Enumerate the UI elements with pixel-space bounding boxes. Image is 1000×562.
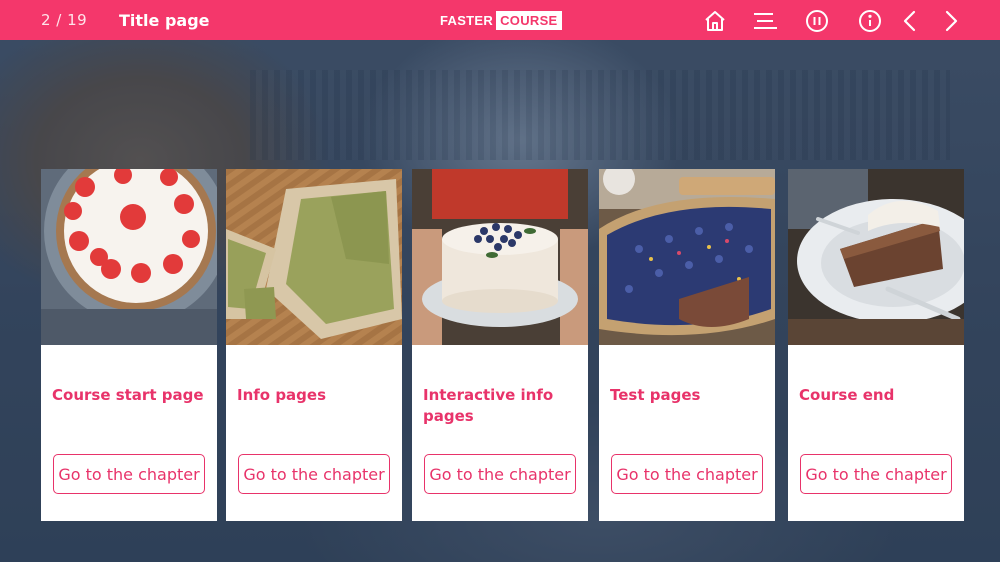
card-title: Test pages bbox=[610, 386, 701, 404]
chapter-card-course-start: Course start page Go to the chapter bbox=[41, 169, 217, 521]
menu-button[interactable] bbox=[752, 8, 778, 34]
matcha-cake-image bbox=[226, 169, 402, 345]
chapter-card-course-end: Course end Go to the chapter bbox=[788, 169, 964, 521]
go-to-chapter-button[interactable]: Go to the chapter bbox=[800, 454, 952, 494]
previous-button[interactable] bbox=[897, 8, 923, 34]
go-to-chapter-button[interactable]: Go to the chapter bbox=[611, 454, 763, 494]
pause-icon bbox=[806, 10, 828, 32]
logo-text-faster: FASTER bbox=[440, 13, 494, 28]
pause-button[interactable] bbox=[804, 8, 830, 34]
chapter-card-test-pages: Test pages Go to the chapter bbox=[599, 169, 775, 521]
carrot-cake-slice-image bbox=[788, 169, 964, 345]
blueberry-cake-image bbox=[412, 169, 588, 345]
next-button[interactable] bbox=[938, 8, 964, 34]
chapter-card-info-pages: Info pages Go to the chapter bbox=[226, 169, 402, 521]
home-button[interactable] bbox=[702, 8, 728, 34]
chapter-card-interactive-info-pages: Interactive info pages Go to the chapter bbox=[412, 169, 588, 521]
home-icon bbox=[705, 11, 725, 31]
info-button[interactable] bbox=[857, 8, 883, 34]
chevron-right-icon bbox=[945, 10, 958, 32]
go-to-chapter-button[interactable]: Go to the chapter bbox=[53, 454, 205, 494]
strawberry-cake-image bbox=[41, 169, 217, 345]
go-to-chapter-button[interactable]: Go to the chapter bbox=[238, 454, 390, 494]
logo: FASTER COURSE bbox=[440, 10, 562, 31]
menu-icon bbox=[754, 13, 777, 29]
card-title: Interactive info pages bbox=[423, 386, 554, 425]
go-to-chapter-button[interactable]: Go to the chapter bbox=[424, 454, 576, 494]
page-title: Title page bbox=[119, 11, 210, 30]
blueberry-tart-image bbox=[599, 169, 775, 345]
page-counter: 2 / 19 bbox=[41, 11, 88, 29]
card-title: Course start page bbox=[52, 386, 204, 404]
chevron-left-icon bbox=[903, 10, 916, 32]
info-icon bbox=[859, 10, 881, 32]
top-bar: 2 / 19 Title page FASTER COURSE bbox=[0, 0, 1000, 40]
card-title: Info pages bbox=[237, 386, 327, 404]
logo-text-course: COURSE bbox=[496, 11, 562, 30]
card-title: Course end bbox=[799, 386, 895, 404]
